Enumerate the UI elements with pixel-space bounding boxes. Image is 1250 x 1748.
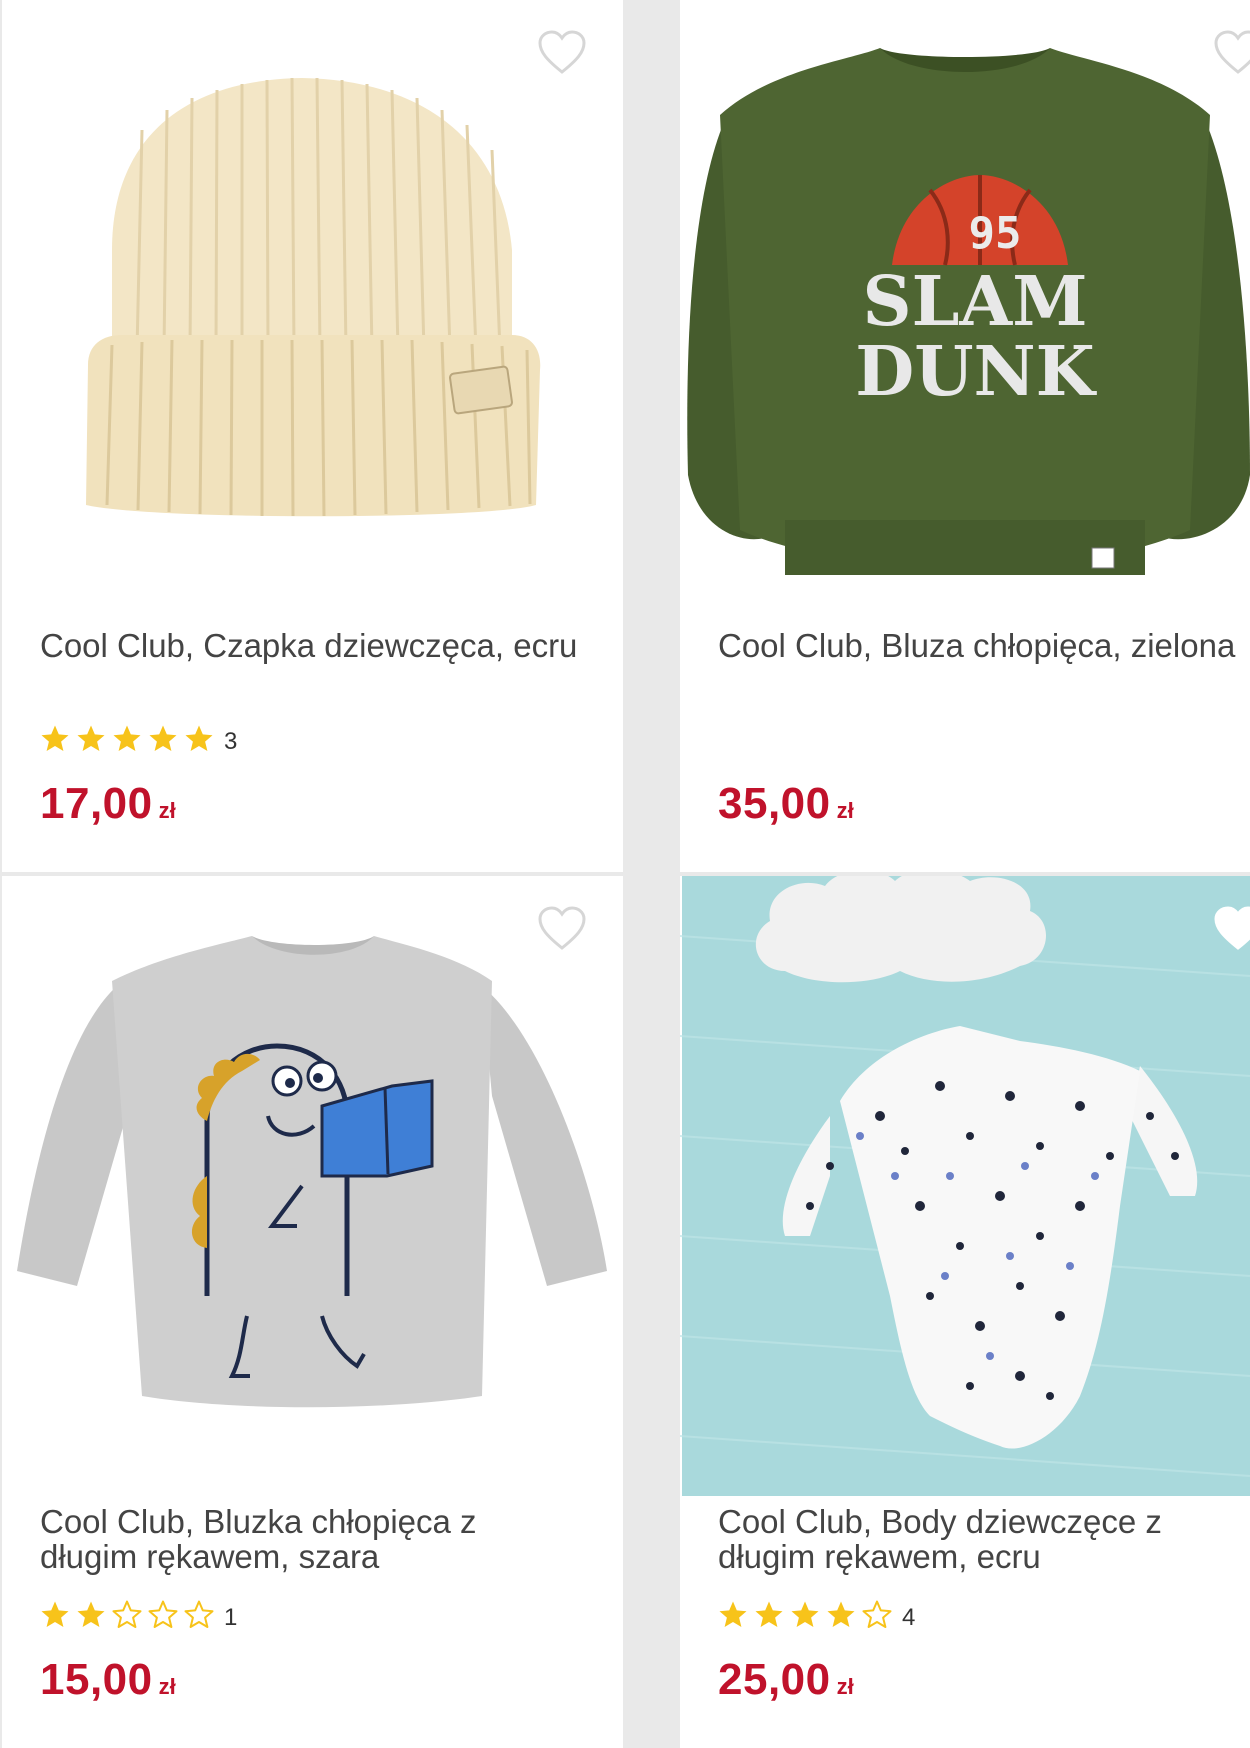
product-image[interactable] (2, 876, 623, 1496)
rating-count: 1 (224, 1604, 238, 1631)
star-empty-icon (862, 1598, 898, 1634)
star-filled-icon (76, 1598, 112, 1634)
product-image[interactable]: 95 SLAM DUNK (680, 0, 1250, 620)
price-amount: 15,00 (40, 1655, 153, 1704)
product-rating: 1 (40, 1600, 237, 1636)
product-image[interactable] (680, 876, 1250, 1496)
favorite-heart-icon[interactable] (1213, 30, 1250, 76)
price-currency: zł (836, 1674, 854, 1699)
favorite-heart-icon[interactable] (537, 906, 587, 952)
favorite-heart-icon[interactable] (1213, 906, 1250, 952)
star-filled-icon (148, 722, 184, 758)
product-rating: 4 (718, 1600, 915, 1636)
rating-stars (718, 1598, 898, 1639)
product-title[interactable]: Cool Club, Czapka dziewczęca, ecru (40, 628, 580, 663)
price-currency: zł (158, 1674, 176, 1699)
star-filled-icon (40, 722, 76, 758)
star-empty-icon (112, 1598, 148, 1634)
star-filled-icon (40, 1598, 76, 1634)
product-title[interactable]: Cool Club, Bluzka chłopięca z długim ręk… (40, 1504, 580, 1574)
star-filled-icon (826, 1598, 862, 1634)
price-currency: zł (836, 798, 854, 823)
product-card[interactable]: Cool Club, Czapka dziewczęca, ecru 3 17,… (2, 0, 623, 872)
product-price: 17,00 zł (40, 779, 176, 829)
star-filled-icon (754, 1598, 790, 1634)
product-card[interactable]: Cool Club, Bluzka chłopięca z długim ręk… (2, 876, 623, 1748)
rating-count: 4 (902, 1604, 916, 1631)
price-amount: 25,00 (718, 1655, 831, 1704)
rating-stars (40, 722, 220, 763)
product-title[interactable]: Cool Club, Bluza chłopięca, zielona (718, 628, 1250, 663)
product-price: 25,00 zł (718, 1655, 854, 1705)
product-price: 15,00 zł (40, 1655, 176, 1705)
star-filled-icon (718, 1598, 754, 1634)
price-amount: 35,00 (718, 779, 831, 828)
product-rating: 3 (40, 724, 237, 760)
print-word-2: DUNK (855, 332, 1097, 412)
product-card[interactable]: 95 SLAM DUNK Cool Club, Bluza chłopięca,… (680, 0, 1250, 872)
product-card[interactable]: Cool Club, Body dziewczęce z długim ręka… (680, 876, 1250, 1748)
price-amount: 17,00 (40, 779, 153, 828)
star-filled-icon (112, 722, 148, 758)
print-number: 95 (969, 208, 1022, 259)
star-empty-icon (184, 1598, 220, 1634)
star-filled-icon (76, 722, 112, 758)
rating-count: 3 (224, 728, 238, 755)
product-image[interactable] (2, 0, 623, 620)
star-filled-icon (184, 722, 220, 758)
rating-stars (40, 1598, 220, 1639)
price-currency: zł (158, 798, 176, 823)
print-word-1: SLAM (863, 262, 1088, 342)
product-price: 35,00 zł (718, 779, 854, 829)
star-filled-icon (790, 1598, 826, 1634)
favorite-heart-icon[interactable] (537, 30, 587, 76)
star-empty-icon (148, 1598, 184, 1634)
product-title[interactable]: Cool Club, Body dziewczęce z długim ręka… (718, 1504, 1238, 1574)
